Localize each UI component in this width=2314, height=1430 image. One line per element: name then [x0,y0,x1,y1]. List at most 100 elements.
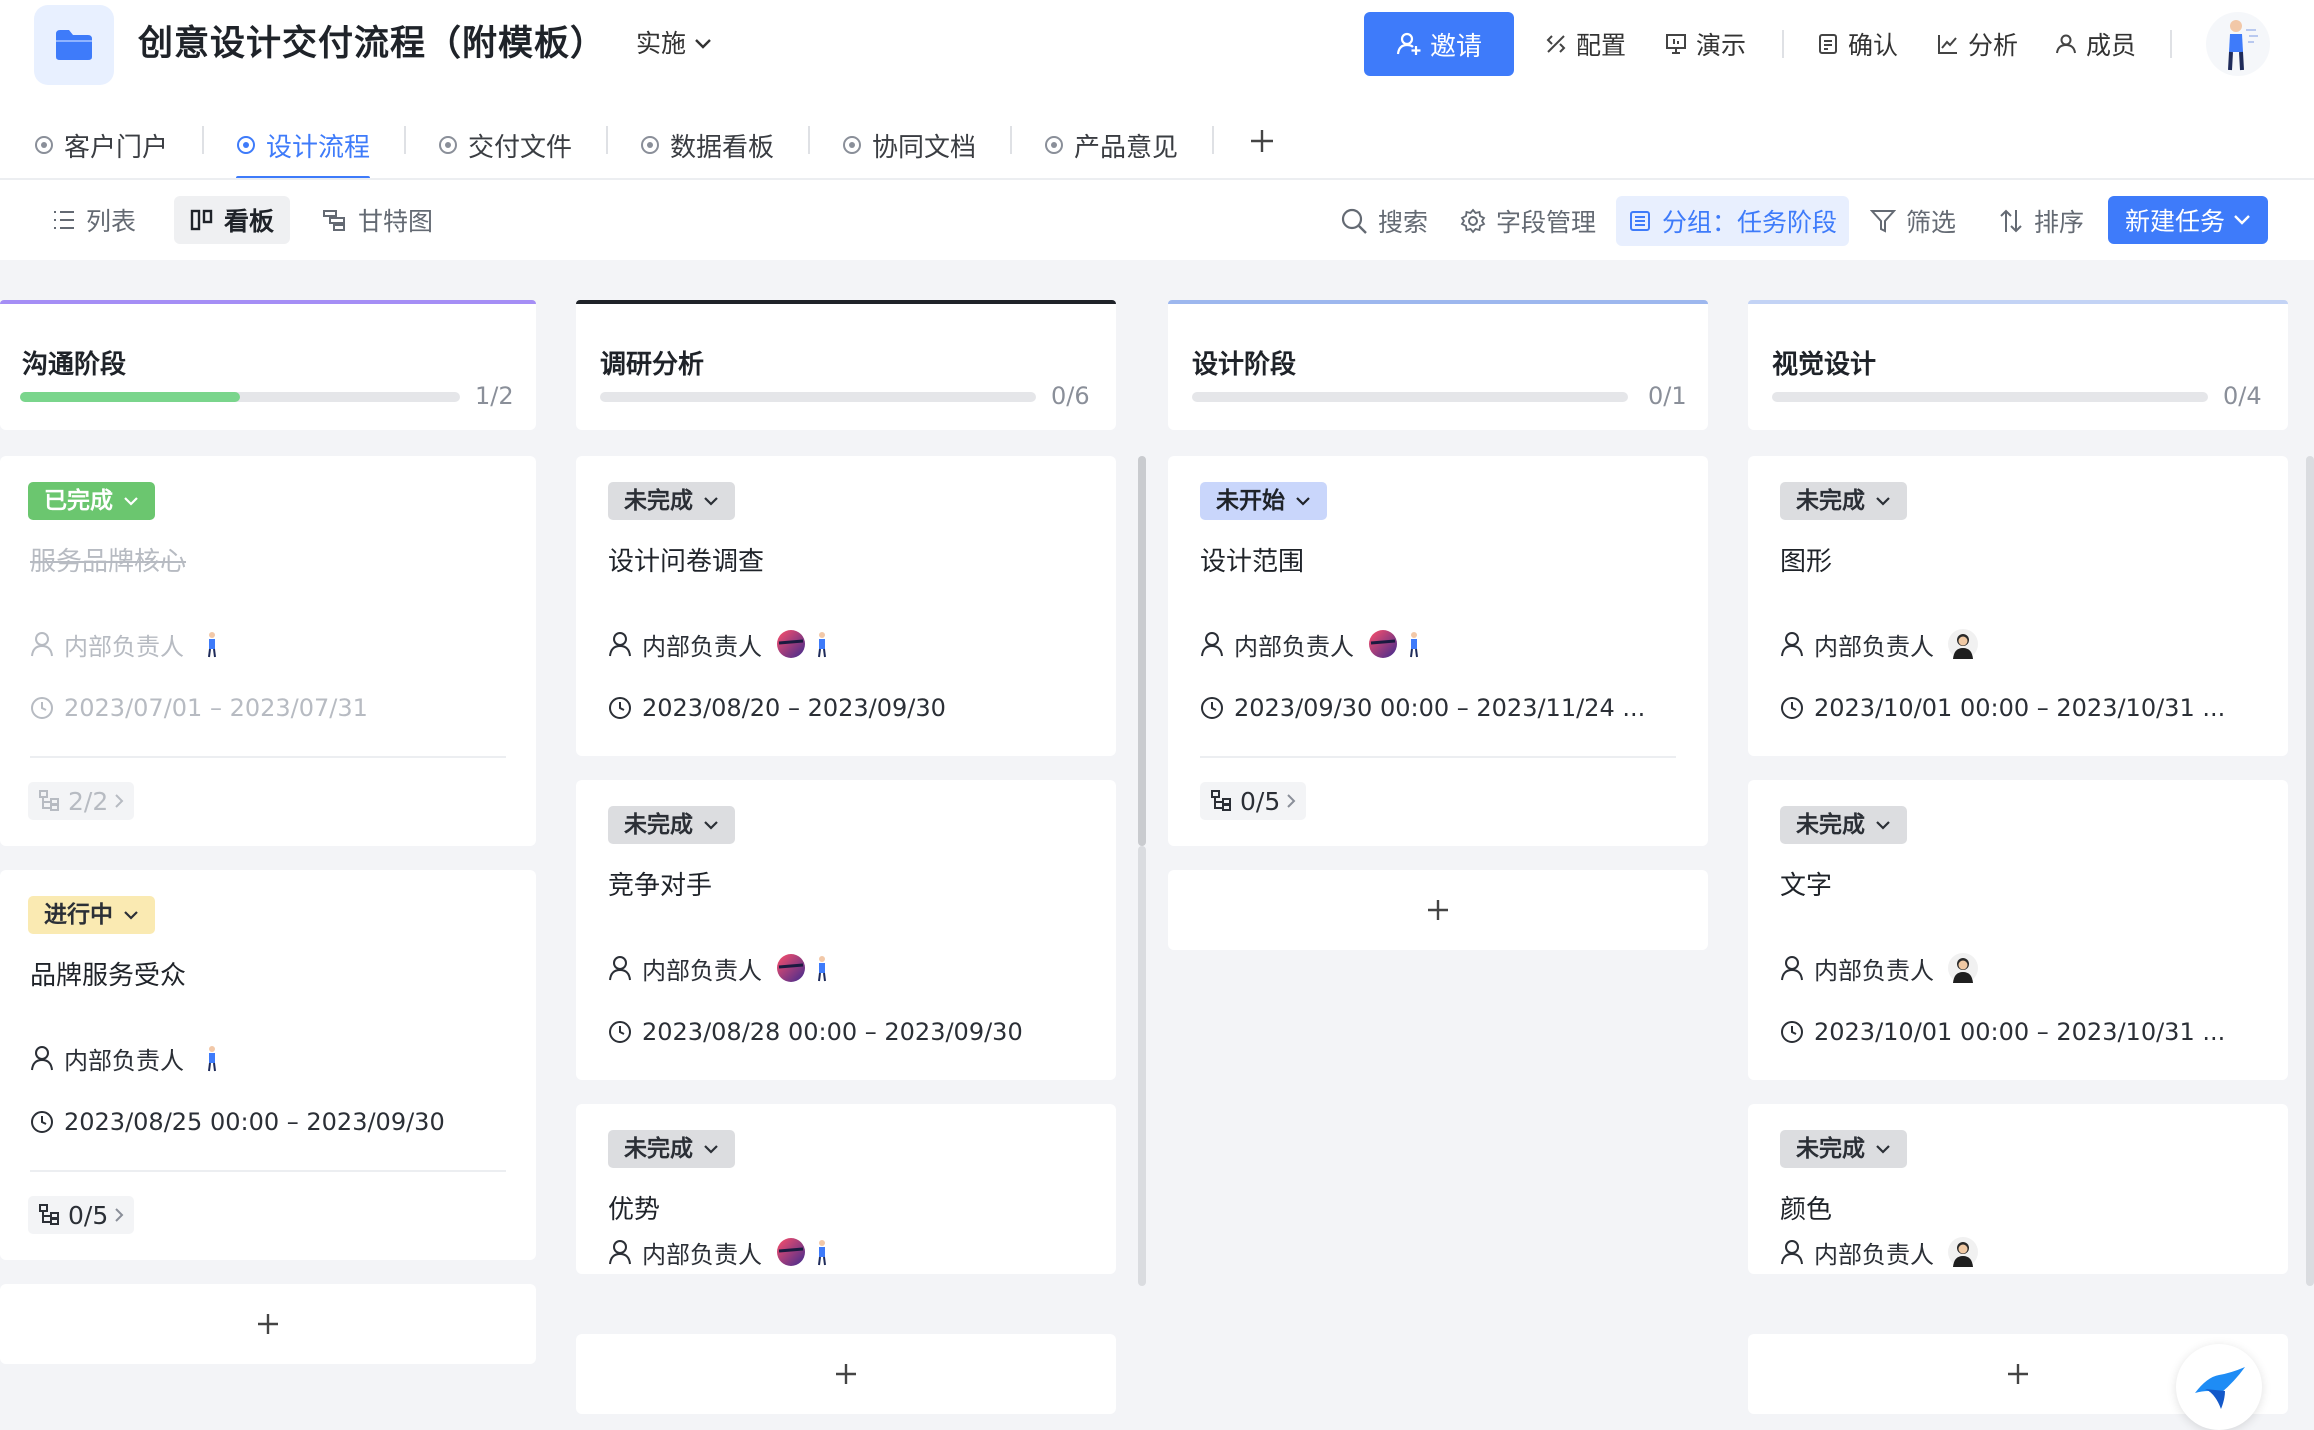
members-button[interactable]: 成员 [2054,20,2136,68]
assignee-avatars [198,1043,228,1073]
config-button[interactable]: 配置 [1544,20,1626,68]
tab-label: 设计流程 [266,132,371,163]
present-button[interactable]: 演示 [1664,20,1746,68]
subtask-icon [39,790,59,811]
task-card[interactable]: 未开始 设计范围 内部负责人 2023/09/30 00:00 – 2023/1… [1168,456,1708,846]
tab-label: 交付文件 [468,132,573,163]
add-tab-button[interactable] [1242,118,1282,164]
search-button[interactable]: 搜索 [1328,196,1440,246]
divider [2170,30,2172,58]
invite-button[interactable]: 邀请 [1364,12,1514,76]
subtask-count[interactable]: 0/5 [1200,782,1307,820]
date-range: 2023/08/20 – 2023/09/30 [642,694,946,722]
add-card-button[interactable] [0,1284,536,1364]
tab-design-process[interactable]: 设计流程 [236,110,371,180]
column-name: 调研分析 [600,350,705,380]
folder-icon[interactable] [34,5,114,85]
status-badge[interactable]: 未开始 [1200,482,1327,520]
assignee-row: 内部负责人 [608,1232,838,1272]
filter-label: 筛选 [1906,208,1957,237]
filter-button[interactable]: 筛选 [1858,196,1968,246]
status-badge[interactable]: 未完成 [1780,482,1907,520]
board-scrollbar[interactable] [2306,456,2314,1286]
status-label: 实施 [636,29,687,58]
tab-label: 数据看板 [670,132,775,163]
clock-icon [609,1021,631,1043]
status-badge[interactable]: 已完成 [28,482,155,520]
task-card[interactable]: 未完成 颜色 内部负责人 [1748,1104,2288,1274]
user-icon [609,956,631,981]
subtask-label: 0/5 [68,1200,109,1230]
status-label: 未完成 [1796,1136,1865,1162]
date-row: 2023/10/01 00:00 – 2023/10/31 ... [1780,688,2225,728]
group-by-button[interactable]: 分组：任务阶段 [1616,196,1850,246]
plus-icon [1428,900,1448,920]
chevron-down-icon [704,497,718,506]
tab-shared-docs[interactable]: 协同文档 [842,110,976,180]
status-badge[interactable]: 未完成 [1780,806,1907,844]
gantt-icon [323,210,345,231]
task-title: 品牌服务受众 [30,961,187,991]
status-badge[interactable]: 进行中 [28,896,155,934]
status-badge[interactable]: 未完成 [608,1130,735,1168]
eye-icon [237,136,255,154]
task-card[interactable]: 已完成 服务品牌核心 内部负责人 2023/07/01 – 2023/07/31… [0,456,536,846]
task-card[interactable]: 未完成 文字 内部负责人 2023/10/01 00:00 – 2023/10/… [1748,780,2288,1080]
user-icon [1201,632,1223,657]
divider [404,126,406,154]
analysis-button[interactable]: 分析 [1936,20,2018,68]
task-card[interactable]: 未完成 竞争对手 内部负责人 2023/08/28 00:00 – 2023/0… [576,780,1116,1080]
column-scrollbar[interactable] [1138,456,1146,846]
status-badge[interactable]: 未完成 [1780,1130,1907,1168]
status-badge[interactable]: 未完成 [608,482,735,520]
view-label: 看板 [224,207,275,236]
task-card[interactable]: 未完成 设计问卷调查 内部负责人 2023/08/20 – 2023/09/30 [576,456,1116,756]
subtask-label: 2/2 [68,786,109,816]
tab-delivery-files[interactable]: 交付文件 [438,110,572,180]
sort-button[interactable]: 排序 [1986,196,2096,246]
tab-label: 客户门户 [64,132,169,163]
date-row: 2023/10/01 00:00 – 2023/10/31 ... [1780,1012,2225,1052]
tab-data-dashboard[interactable]: 数据看板 [640,110,774,180]
new-task-button[interactable]: 新建任务 [2108,196,2268,244]
status-badge[interactable]: 未完成 [608,806,735,844]
tab-customer-portal[interactable]: 客户门户 [34,110,168,180]
chevron-down-icon [704,1145,718,1154]
invite-label: 邀请 [1429,31,1482,62]
confirm-button[interactable]: 确认 [1816,20,1898,68]
assignee-label: 内部负责人 [642,956,762,985]
task-card[interactable]: 未完成 优势 内部负责人 [576,1104,1116,1274]
assignee-row: 内部负责人 [608,948,838,988]
status-dropdown[interactable]: 实施 [636,24,712,64]
view-list-button[interactable]: 列表 [36,196,152,244]
assignee-label: 内部负责人 [1814,1240,1934,1269]
assignee-row: 内部负责人 [1780,1232,1978,1272]
view-gantt-button[interactable]: 甘特图 [306,196,449,244]
progress-count: 0/4 [2223,382,2262,410]
add-card-button[interactable] [1168,870,1708,950]
group-icon [1630,211,1650,231]
assignee-avatars [1948,629,1978,659]
field-manage-button[interactable]: 字段管理 [1448,196,1608,246]
user-avatar[interactable] [2206,12,2270,76]
column-scrollbar-track[interactable] [1138,846,1146,1286]
assignee-label: 内部负责人 [64,1046,184,1075]
subtask-count[interactable]: 0/5 [28,1196,135,1234]
column-name: 视觉设计 [1772,350,1877,380]
view-label: 甘特图 [358,207,434,236]
avatar [1400,629,1430,659]
subtask-count[interactable]: 2/2 [28,782,135,820]
clock-icon [1781,1021,1803,1043]
task-card[interactable]: 进行中 品牌服务受众 内部负责人 2023/08/25 00:00 – 2023… [0,870,536,1260]
progress-count: 0/1 [1648,382,1687,410]
assignee-row: 内部负责人 [1780,624,1978,664]
progress-bar [600,392,1036,402]
date-row: 2023/09/30 00:00 – 2023/11/24 ... [1200,688,1645,728]
assignee-avatars [1948,1237,1978,1267]
assistant-fab[interactable] [2176,1344,2262,1430]
view-board-button[interactable]: 看板 [174,196,291,244]
task-card[interactable]: 未完成 图形 内部负责人 2023/10/01 00:00 – 2023/10/… [1748,456,2288,756]
tab-product-feedback[interactable]: 产品意见 [1044,110,1178,180]
status-label: 未完成 [1796,488,1865,514]
add-card-button[interactable] [576,1334,1116,1414]
